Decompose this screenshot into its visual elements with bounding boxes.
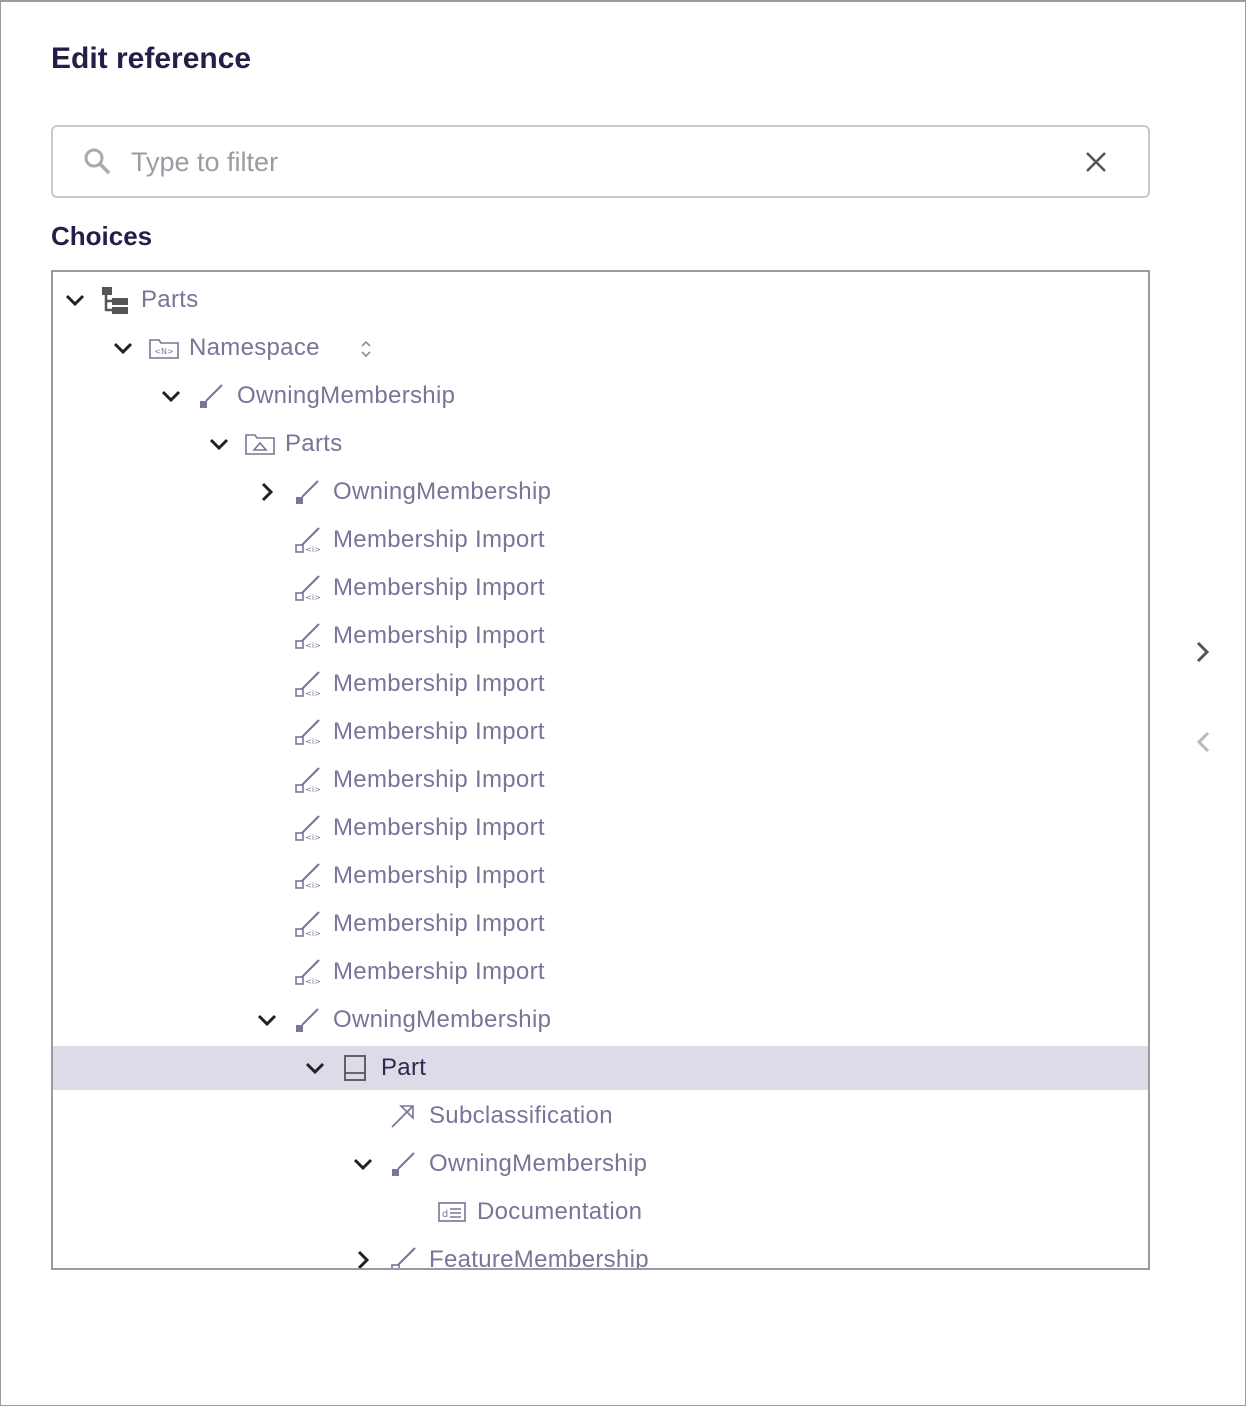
chevron-left-icon [1196,731,1210,753]
tree-item[interactable]: OwningMembership [53,1142,1148,1186]
tree-item-label: Membership Import [333,814,545,841]
tree-item[interactable]: <i> Membership Import [53,806,1148,850]
tree-item[interactable]: Subclassification [53,1094,1148,1138]
svg-text:<i>: <i> [305,977,321,986]
svg-text:<i>: <i> [305,881,321,890]
tree-item-label: Membership Import [333,526,545,553]
tree-item[interactable]: <i> Membership Import [53,710,1148,754]
chevron-down-icon[interactable] [159,384,183,408]
tree-item[interactable]: <i> Membership Import [53,614,1148,658]
membership-import-icon: <i> [293,526,321,554]
svg-text:<i>: <i> [305,929,321,938]
tree-item-label: Parts [141,286,199,313]
membership-import-icon: <i> [293,574,321,602]
membership-import-icon: <i> [293,670,321,698]
tree-item[interactable]: <i> Membership Import [53,566,1148,610]
chevron-right-icon[interactable] [351,1248,375,1268]
svg-text:<i>: <i> [305,641,321,650]
tree-item-label: Membership Import [333,766,545,793]
chevron-down-icon[interactable] [207,432,231,456]
membership-import-icon: <i> [293,718,321,746]
membership-icon [389,1150,417,1178]
filter-input[interactable] [129,141,1033,183]
tree-item-label: OwningMembership [429,1150,648,1177]
sort-icon[interactable] [359,338,373,365]
membership-import-icon: <i> [293,862,321,890]
chevron-down-icon[interactable] [303,1056,327,1080]
membership-icon [197,382,225,410]
tree-item-label: Part [381,1054,427,1081]
part-icon [341,1054,369,1082]
dialog-title: Edit reference [51,42,252,75]
tree-item-label: OwningMembership [237,382,456,409]
tree-item[interactable]: OwningMembership [53,998,1148,1042]
tree-item[interactable]: Parts [53,422,1148,466]
tree-item[interactable]: OwningMembership [53,374,1148,418]
tree-item[interactable]: d Documentation [53,1190,1148,1234]
clear-icon[interactable] [1083,149,1109,180]
feature-membership-icon [389,1246,417,1268]
membership-import-icon: <i> [293,958,321,986]
membership-icon [293,478,321,506]
move-left-button[interactable] [1189,728,1217,761]
tree-item-label: Membership Import [333,670,545,697]
chevron-down-icon[interactable] [351,1152,375,1176]
chevron-down-icon[interactable] [255,1008,279,1032]
tree-item[interactable]: <i> Membership Import [53,950,1148,994]
svg-text:<i>: <i> [305,593,321,602]
membership-import-icon: <i> [293,622,321,650]
tree-item[interactable]: FeatureMembership [53,1238,1148,1270]
tree-item-label: OwningMembership [333,1006,552,1033]
membership-import-icon: <i> [293,910,321,938]
search-icon [83,147,111,180]
namespace-icon: <N> [149,334,179,362]
tree-item[interactable]: <N> Namespace [53,326,1148,370]
svg-text:<i>: <i> [305,545,321,554]
tree-item-label: Membership Import [333,910,545,937]
tree-item[interactable]: Part [53,1046,1148,1090]
tree-item-label: Membership Import [333,958,545,985]
subclassification-icon [389,1102,417,1130]
tree-item-label: Documentation [477,1198,643,1225]
svg-text:<i>: <i> [305,737,321,746]
tree-item[interactable]: Parts [53,278,1148,322]
root-tree-icon [101,286,129,314]
chevron-down-icon[interactable] [63,288,87,312]
tree-item-label: Membership Import [333,862,545,889]
tree-item[interactable]: <i> Membership Import [53,662,1148,706]
svg-text:<i>: <i> [305,833,321,842]
tree-item-label: Membership Import [333,718,545,745]
filter-field[interactable] [51,125,1150,198]
move-right-button[interactable] [1189,638,1217,671]
chevron-right-icon[interactable] [255,480,279,504]
tree-item[interactable]: <i> Membership Import [53,758,1148,802]
svg-text:<N>: <N> [154,347,173,356]
tree-item[interactable]: <i> Membership Import [53,518,1148,562]
tree-item[interactable]: <i> Membership Import [53,854,1148,898]
svg-text:d: d [442,1209,448,1220]
tree-item-label: Membership Import [333,574,545,601]
tree-item[interactable]: <i> Membership Import [53,902,1148,946]
edit-reference-dialog: Edit reference Choices Parts <N> Namespace… [0,0,1246,1406]
tree-item-label: FeatureMembership [429,1246,649,1270]
membership-import-icon: <i> [293,766,321,794]
tree-item[interactable]: OwningMembership [53,470,1148,514]
tree-item-label: Namespace [189,334,320,361]
package-icon [245,430,275,458]
choices-label: Choices [51,221,153,251]
chevron-down-icon[interactable] [111,336,135,360]
tree-item-label: OwningMembership [333,478,552,505]
tree-item-label: Parts [285,430,343,457]
tree-item-label: Subclassification [429,1102,613,1129]
documentation-icon: d [437,1198,466,1226]
membership-icon [293,1006,321,1034]
membership-import-icon: <i> [293,814,321,842]
chevron-right-icon [1196,641,1210,663]
svg-text:<i>: <i> [305,785,321,794]
choices-tree[interactable]: Parts <N> Namespace OwningMembership Parts Ow… [51,270,1150,1270]
svg-text:<i>: <i> [305,689,321,698]
tree-item-label: Membership Import [333,622,545,649]
